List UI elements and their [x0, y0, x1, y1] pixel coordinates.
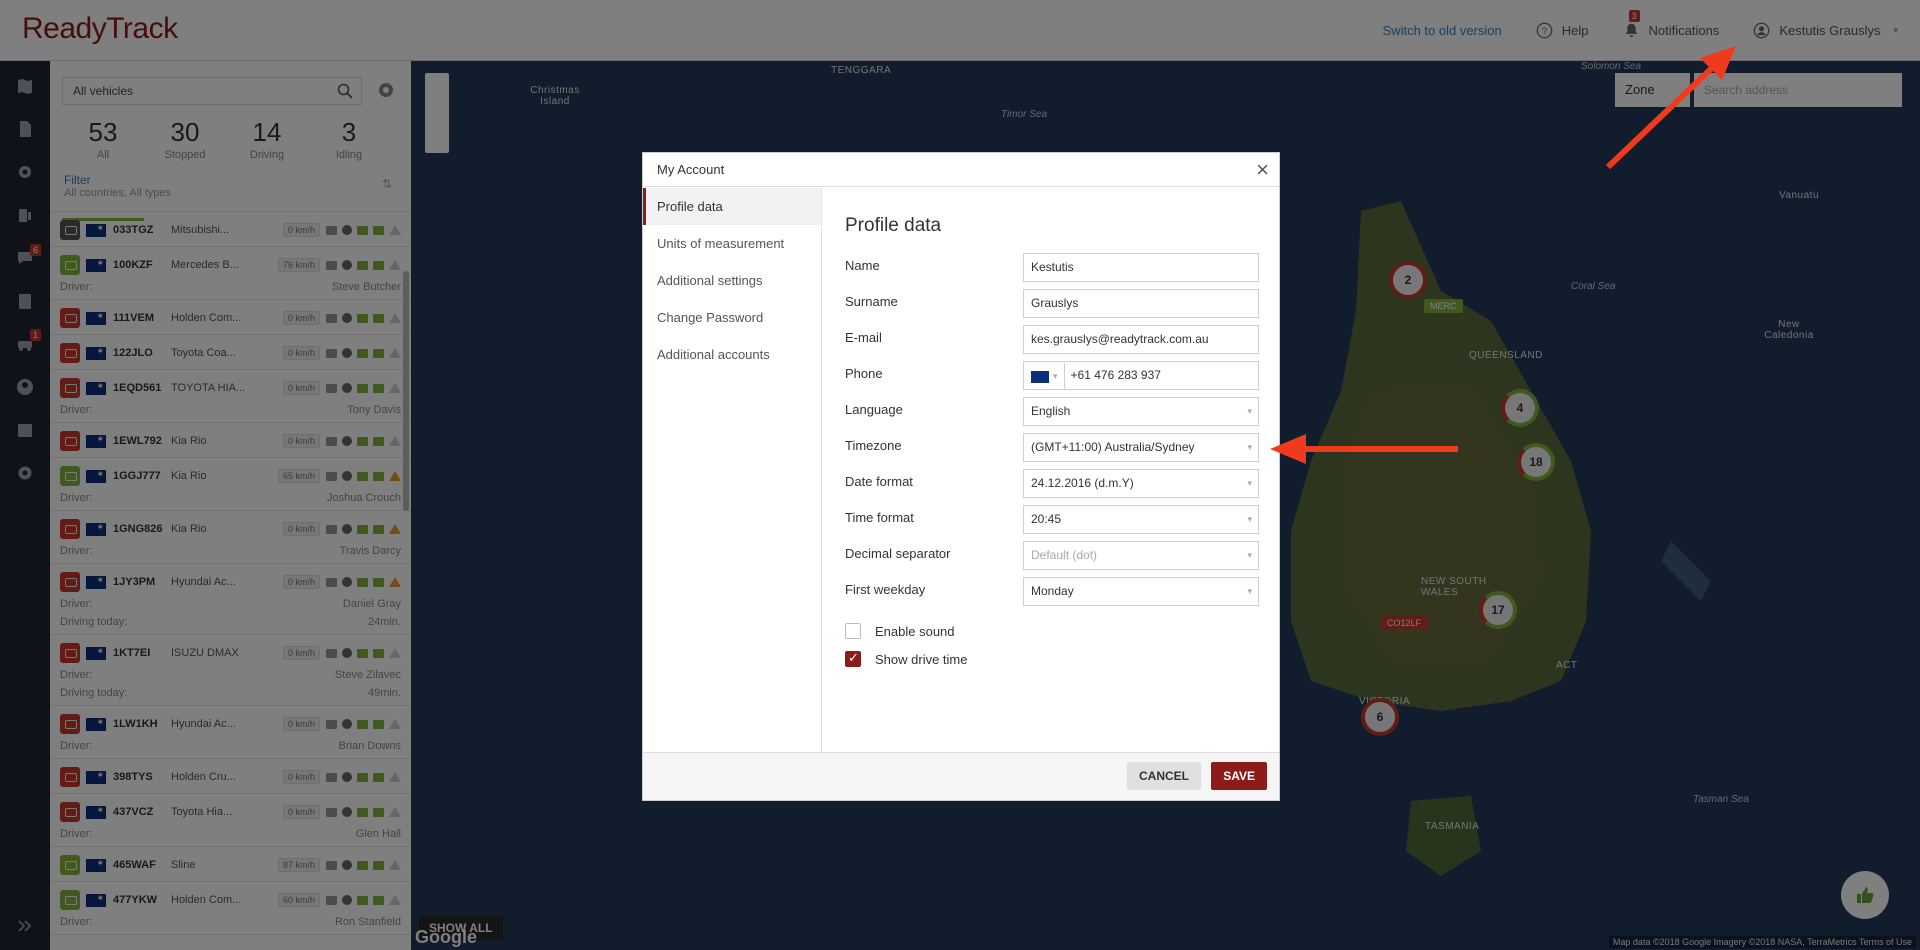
- decimal-separator-select[interactable]: Default (dot): [1023, 541, 1259, 570]
- timezone-row: Timezone (GMT+11:00) Australia/Sydney: [845, 433, 1259, 469]
- close-icon[interactable]: ×: [1256, 153, 1269, 187]
- name-field[interactable]: Kestutis: [1023, 253, 1259, 282]
- dialog-title: My Account: [657, 162, 725, 177]
- name-row: Name Kestutis: [845, 253, 1259, 289]
- first-weekday-select[interactable]: Monday: [1023, 577, 1259, 606]
- timezone-label: Timezone: [845, 438, 902, 453]
- enable-sound-checkbox[interactable]: [845, 623, 861, 639]
- time-format-row: Time format 20:45: [845, 505, 1259, 541]
- australia-flag-icon: [1031, 370, 1049, 383]
- section-title: Profile data: [845, 215, 942, 236]
- timezone-select[interactable]: (GMT+11:00) Australia/Sydney: [1023, 433, 1259, 462]
- save-button[interactable]: SAVE: [1211, 762, 1267, 790]
- profile-form: Profile data Name Kestutis Surname Graus…: [823, 188, 1279, 753]
- surname-label: Surname: [845, 294, 898, 309]
- enable-sound-row[interactable]: Enable sound: [845, 617, 1257, 645]
- enable-sound-label: Enable sound: [875, 623, 955, 639]
- email-field[interactable]: kes.grauslys@readytrack.com.au: [1023, 325, 1259, 354]
- language-label: Language: [845, 402, 903, 417]
- nav-change-password[interactable]: Change Password: [643, 299, 821, 336]
- dialog-footer: CANCEL SAVE: [643, 752, 1279, 800]
- show-drive-time-checkbox[interactable]: [845, 650, 861, 667]
- name-label: Name: [845, 258, 880, 273]
- time-format-select[interactable]: 20:45: [1023, 505, 1259, 534]
- account-settings-nav: Profile data Units of measurement Additi…: [643, 188, 822, 753]
- language-row: Language English: [845, 397, 1259, 433]
- decimal-separator-row: Decimal separator Default (dot): [845, 541, 1259, 577]
- email-row: E-mail kes.grauslys@readytrack.com.au: [845, 325, 1259, 361]
- phone-row: Phone ▾ +61 476 283 937: [845, 361, 1259, 397]
- phone-field[interactable]: ▾ +61 476 283 937: [1023, 361, 1259, 390]
- phone-value: +61 476 283 937: [1070, 368, 1161, 382]
- surname-field[interactable]: Grauslys: [1023, 289, 1259, 318]
- nav-units-of-measurement[interactable]: Units of measurement: [643, 225, 821, 262]
- country-code-select[interactable]: ▾: [1031, 363, 1065, 390]
- language-select[interactable]: English: [1023, 397, 1259, 426]
- first-weekday-label: First weekday: [845, 582, 926, 597]
- email-label: E-mail: [845, 330, 882, 345]
- date-format-select[interactable]: 24.12.2016 (d.m.Y): [1023, 469, 1259, 498]
- first-weekday-row: First weekday Monday: [845, 577, 1259, 613]
- show-drive-time-label: Show drive time: [875, 651, 968, 667]
- time-format-label: Time format: [845, 510, 914, 525]
- decimal-separator-label: Decimal separator: [845, 546, 951, 561]
- nav-additional-settings[interactable]: Additional settings: [643, 262, 821, 299]
- date-format-row: Date format 24.12.2016 (d.m.Y): [845, 469, 1259, 505]
- cancel-button[interactable]: CANCEL: [1127, 762, 1201, 790]
- phone-label: Phone: [845, 366, 883, 381]
- nav-additional-accounts[interactable]: Additional accounts: [643, 336, 821, 373]
- my-account-dialog: My Account × Profile data Units of measu…: [642, 152, 1280, 801]
- date-format-label: Date format: [845, 474, 913, 489]
- show-drive-time-row[interactable]: Show drive time: [845, 645, 1257, 673]
- surname-row: Surname Grauslys: [845, 289, 1259, 325]
- nav-profile-data[interactable]: Profile data: [643, 188, 821, 225]
- dialog-header: My Account ×: [643, 153, 1279, 187]
